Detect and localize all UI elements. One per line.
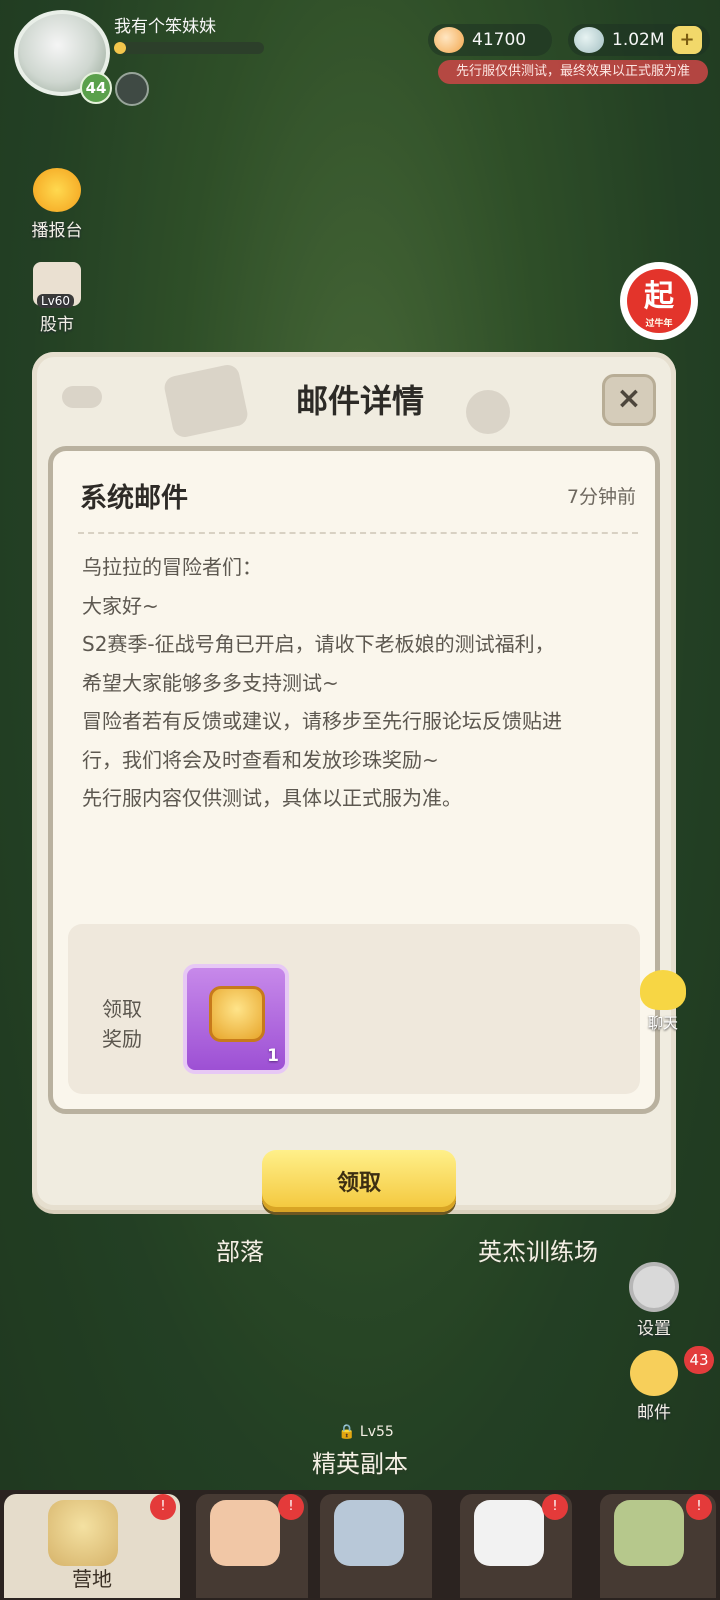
- mail-icon: [630, 1350, 678, 1396]
- qi-event-button[interactable]: 起 过牛年: [620, 262, 698, 340]
- claim-button[interactable]: 领取: [262, 1150, 456, 1212]
- mail-body-line: 行，我们将会及时查看和发放珍珠奖励~: [82, 747, 439, 772]
- test-server-notice: 先行服仅供测试，最终效果以正式服为准: [438, 60, 708, 84]
- tab-camp[interactable]: ! 营地: [4, 1494, 180, 1598]
- qi-event-char: 起: [644, 279, 674, 314]
- notification-bell-icon: !: [542, 1494, 568, 1520]
- player-level-badge: 44: [80, 72, 112, 104]
- stock-market-button[interactable]: Lv60 股市: [22, 262, 92, 335]
- pearl-icon: [574, 27, 604, 53]
- mail-title: 系统邮件: [80, 483, 188, 514]
- tab-tribe[interactable]: !: [600, 1494, 716, 1598]
- mail-body-line: 先行服内容仅供测试，具体以正式服为准。: [82, 786, 462, 810]
- mail-body: 乌拉拉的冒险者们： 大家好~ S2赛季-征战号角已开启，请收下老板娘的测试福利，…: [82, 552, 642, 822]
- pet-icon: [474, 1500, 544, 1566]
- chat-bubble-icon: [640, 970, 686, 1010]
- notification-bell-icon: !: [150, 1494, 176, 1520]
- divider: [78, 532, 638, 534]
- tab-camp-label: 营地: [72, 1567, 112, 1591]
- crown-badge-icon: [209, 986, 265, 1042]
- gear-icon: [629, 1262, 679, 1312]
- xp-fill: [114, 42, 126, 54]
- elite-lock-text: Lv55: [359, 1424, 394, 1440]
- camp-icon: [48, 1500, 118, 1566]
- stock-lock-level: Lv60: [37, 294, 75, 308]
- tab-hero[interactable]: !: [196, 1494, 308, 1598]
- stock-chart-icon: Lv60: [33, 262, 81, 308]
- mail-body-line: 乌拉拉的冒险者们：: [82, 555, 262, 579]
- mail-body-line: S2赛季-征战号角已开启，请收下老板娘的测试福利，: [82, 632, 555, 656]
- mail-body-line: 冒险者若有反馈或建议，请移步至先行服论坛反馈贴进: [82, 709, 562, 733]
- settings-label: 设置: [637, 1319, 671, 1339]
- player-name: 我有个笨妹妹: [114, 17, 216, 37]
- chat-button[interactable]: 聊天: [628, 970, 698, 1033]
- broadcast-button[interactable]: 播报台: [22, 168, 92, 241]
- chat-label: 聊天: [647, 1014, 678, 1032]
- notification-bell-icon: !: [278, 1494, 304, 1520]
- tribe-icon: [614, 1500, 684, 1566]
- elite-lock-level: 🔒 Lv55: [338, 1424, 394, 1440]
- mail-button[interactable]: 邮件: [624, 1350, 684, 1423]
- notification-bell-icon: !: [686, 1494, 712, 1520]
- stock-label: 股市: [40, 315, 74, 335]
- hero-icon: [210, 1500, 280, 1566]
- qi-event-sub: 过牛年: [645, 319, 673, 329]
- mail-timestamp: 7分钟前: [566, 486, 636, 508]
- tab-equipment[interactable]: [320, 1494, 432, 1598]
- reward-label: 领取 奖励: [102, 997, 142, 1051]
- coin-value: 41700: [472, 30, 527, 50]
- pearl-value: 1.02M: [612, 30, 665, 50]
- reward-count: 1: [267, 1046, 279, 1066]
- add-currency-button[interactable]: +: [672, 26, 702, 54]
- coin-counter[interactable]: 41700: [428, 24, 552, 56]
- tribe-label[interactable]: 部落: [216, 1232, 264, 1267]
- coin-icon: [434, 27, 464, 53]
- sword-icon: [334, 1500, 404, 1566]
- title-emblem-icon[interactable]: [115, 72, 149, 106]
- hero-training-label[interactable]: 英杰训练场: [478, 1232, 598, 1267]
- mail-count-badge: 43: [684, 1346, 714, 1374]
- reward-item[interactable]: 1: [183, 964, 289, 1074]
- qi-event-icon: 起 过牛年: [627, 269, 691, 333]
- elite-dungeon-label[interactable]: 精英副本: [312, 1444, 408, 1479]
- mail-body-line: 希望大家能够多多支持测试~: [82, 670, 339, 695]
- close-button[interactable]: ×: [602, 374, 656, 426]
- xp-bar: [114, 42, 264, 54]
- tab-pet[interactable]: !: [460, 1494, 572, 1598]
- mail-body-line: 大家好~: [82, 593, 159, 618]
- mail-label: 邮件: [637, 1403, 671, 1423]
- broadcast-icon: [33, 168, 81, 212]
- broadcast-label: 播报台: [31, 221, 83, 241]
- settings-button[interactable]: 设置: [624, 1262, 684, 1339]
